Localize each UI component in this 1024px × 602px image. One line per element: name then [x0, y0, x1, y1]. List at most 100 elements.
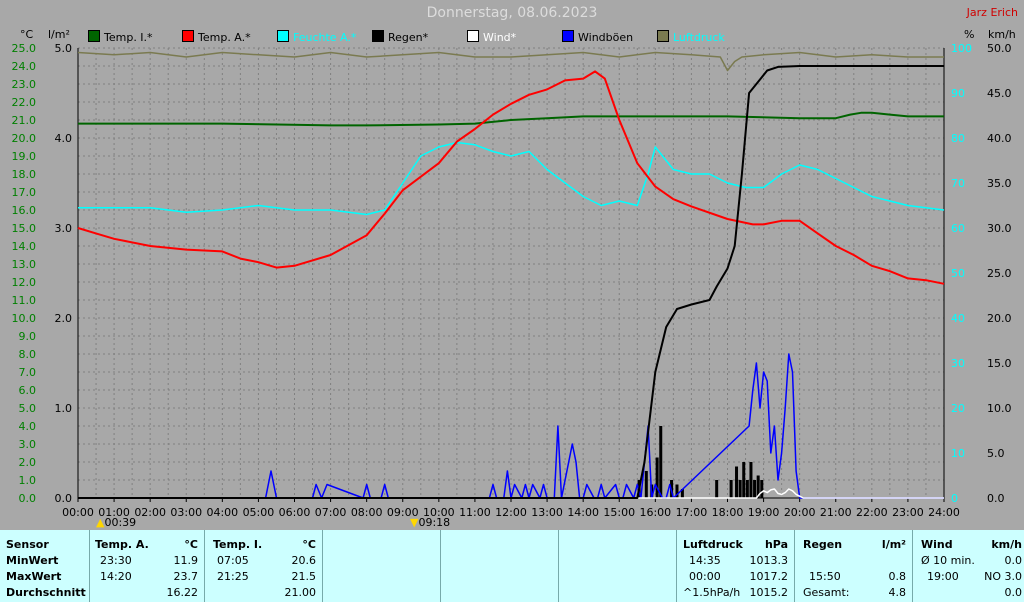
x-tick-label: 14:00	[567, 506, 599, 519]
wind-unit: km/h	[991, 538, 1022, 551]
wind-header: Wind	[921, 538, 953, 551]
pressure-header: Luftdruck	[683, 538, 743, 551]
temp-a-min-time: 23:30	[100, 554, 132, 567]
temp-a-unit: °C	[184, 538, 198, 551]
x-tick-label: 24:00	[928, 506, 960, 519]
rain-unit-label: l/m²	[48, 28, 70, 41]
humidity-unit-label: %	[964, 28, 975, 41]
temp-a-header: Temp. A.	[95, 538, 149, 551]
temp-tick-label: 3.0	[19, 438, 37, 451]
rain-bar	[749, 462, 753, 498]
x-tick-label: 08:00	[351, 506, 383, 519]
humidity-tick-label: 90	[951, 87, 965, 100]
x-tick-label: 16:00	[639, 506, 671, 519]
temp-tick-label: 11.0	[12, 294, 37, 307]
marker-event: ▼09:18	[410, 516, 450, 529]
temp-a-min-value: 11.9	[173, 554, 199, 567]
rain-header: Regen	[803, 538, 843, 551]
pressure-trend: ^1.5hPa/h	[683, 586, 741, 599]
rain-max-time: 15:50	[809, 570, 841, 583]
x-tick-label: 07:00	[315, 506, 347, 519]
temp-a-max-time: 14:20	[100, 570, 132, 583]
humidity-tick-label: 100	[951, 42, 972, 55]
temp-i-min-value: 20.6	[291, 554, 317, 567]
temp-tick-label: 9.0	[19, 330, 37, 343]
legend-gusts-label: Windböen	[578, 31, 634, 44]
temp-tick-label: 14.0	[12, 240, 37, 253]
marker-sunrise: ▲00:39	[96, 516, 136, 529]
marker-sunrise-time: 00:39	[104, 516, 137, 529]
wind-tick-label: 5.0	[987, 447, 1005, 460]
temp-tick-label: 22.0	[12, 96, 37, 109]
wind-tick-label: 10.0	[987, 402, 1012, 415]
rain-total-label: Gesamt:	[803, 586, 850, 599]
legend-pressure-swatch	[657, 30, 669, 42]
humidity-tick-label: 80	[951, 132, 965, 145]
temp-tick-label: 18.0	[12, 168, 37, 181]
empty-column-2	[441, 530, 559, 602]
legend-rain: Regen*	[372, 30, 428, 44]
temp-tick-label: 25.0	[12, 42, 37, 55]
legend-pressure: Luftdruck	[657, 30, 725, 44]
temp-tick-label: 13.0	[12, 258, 37, 271]
temp-a-column: Temp. A. °C 23:30 11.9 14:20 23.7 16.22	[90, 530, 205, 602]
empty-column-1	[323, 530, 441, 602]
pressure-min-time: 14:35	[689, 554, 721, 567]
x-tick-label: 03:00	[170, 506, 202, 519]
temp-tick-label: 16.0	[12, 204, 37, 217]
x-tick-label: 00:00	[62, 506, 94, 519]
rain-bar	[715, 480, 719, 498]
humidity-tick-label: 60	[951, 222, 965, 235]
x-tick-label: 18:00	[712, 506, 744, 519]
pressure-column: Luftdruck hPa 14:35 1013.3 00:00 1017.2 …	[677, 530, 795, 602]
wind-avg10-value: 0.0	[1004, 554, 1023, 567]
x-tick-label: 19:00	[748, 506, 780, 519]
temp-tick-label: 5.0	[19, 402, 37, 415]
legend-wind-label: Wind*	[483, 31, 517, 44]
legend-temp-a-swatch	[182, 30, 194, 42]
rain-bar	[745, 480, 749, 498]
legend-rain-swatch	[372, 30, 384, 42]
temp-tick-label: 1.0	[19, 474, 37, 487]
rain-bar	[735, 466, 739, 498]
temp-a-avg-value: 16.22	[166, 586, 199, 599]
legend-humidity: Feuchte A.*	[277, 30, 356, 44]
x-tick-label: 13:00	[531, 506, 563, 519]
temp-i-max-time: 21:25	[217, 570, 249, 583]
pressure-min-value: 1013.3	[749, 554, 789, 567]
humidity-tick-label: 30	[951, 357, 965, 370]
legend-gusts-swatch	[562, 30, 574, 42]
wind-tick-label: 25.0	[987, 267, 1012, 280]
x-tick-label: 20:00	[784, 506, 816, 519]
wind-tick-label: 30.0	[987, 222, 1012, 235]
wind-tick-label: 35.0	[987, 177, 1012, 190]
max-label: MaxWert	[6, 570, 62, 583]
empty-column-3	[559, 530, 677, 602]
temp-tick-label: 17.0	[12, 186, 37, 199]
humidity-tick-label: 40	[951, 312, 965, 325]
humidity-tick-label: 10	[951, 447, 965, 460]
wind-column: Wind km/h Ø 10 min. 0.0 19:00 NO 3.0 0.0	[913, 530, 1024, 602]
wind-tick-label: 45.0	[987, 87, 1012, 100]
legend-wind-swatch	[467, 30, 479, 42]
rain-bar	[655, 457, 659, 498]
wind-unit-label: km/h	[988, 28, 1016, 41]
humidity-tick-label: 20	[951, 402, 965, 415]
temp-i-unit: °C	[302, 538, 316, 551]
temp-tick-label: 12.0	[12, 276, 37, 289]
marker-event-time: 09:18	[418, 516, 451, 529]
legend-humidity-label: Feuchte A.*	[293, 31, 357, 44]
x-tick-label: 02:00	[134, 506, 166, 519]
temp-i-max-value: 21.5	[291, 570, 317, 583]
wind-tick-label: 40.0	[987, 132, 1012, 145]
rain-tick-label: 4.0	[55, 132, 73, 145]
x-tick-label: 23:00	[892, 506, 924, 519]
rain-tick-label: 5.0	[55, 42, 73, 55]
rain-bar	[729, 480, 733, 498]
pressure-avg-value: 1015.2	[749, 586, 789, 599]
temp-tick-label: 24.0	[12, 60, 37, 73]
temp-unit-label: °C	[20, 28, 34, 41]
pressure-max-value: 1017.2	[749, 570, 789, 583]
legend-wind: Wind*	[467, 30, 516, 44]
legend-rain-label: Regen*	[388, 31, 429, 44]
